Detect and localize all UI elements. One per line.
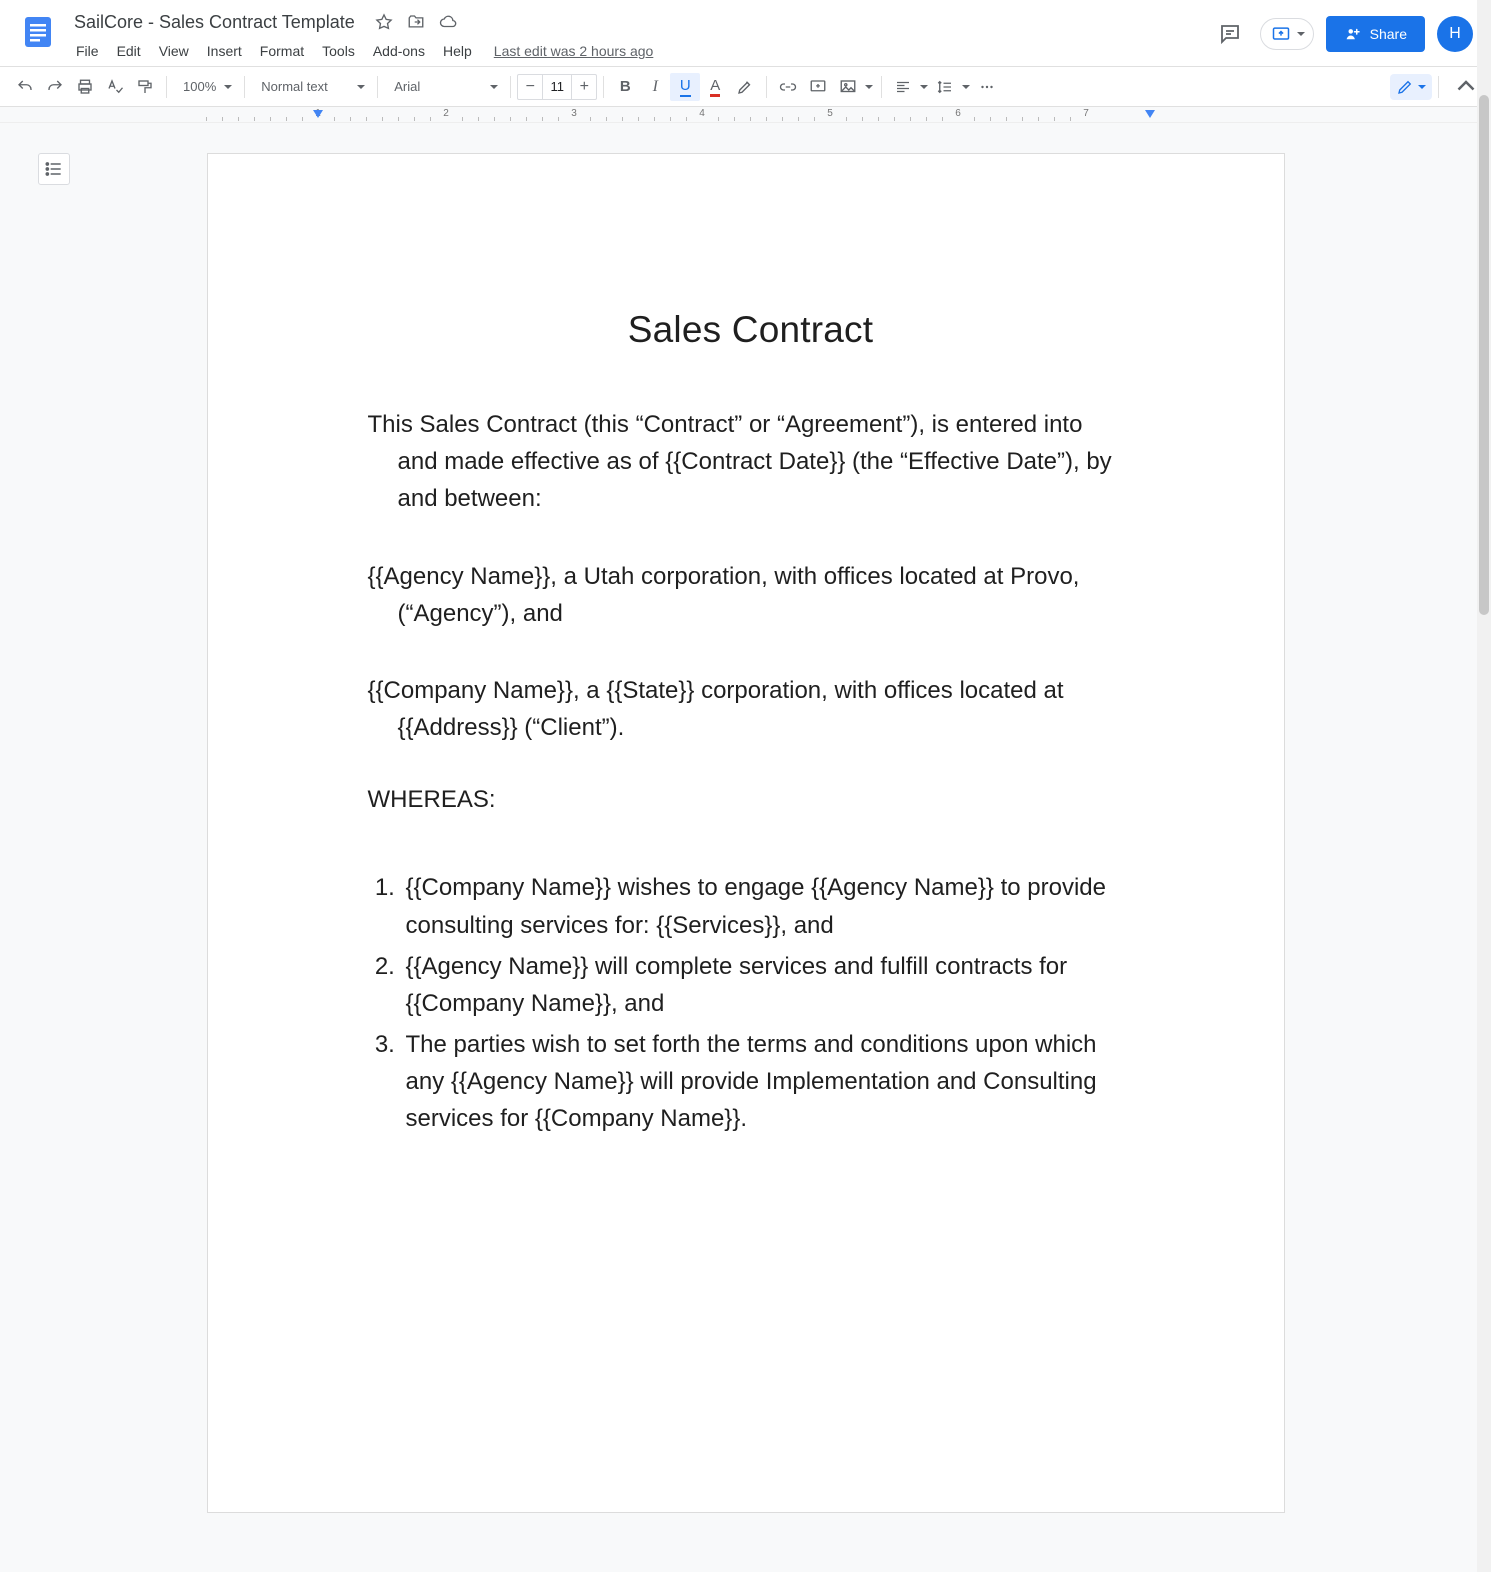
insert-image-button[interactable] — [833, 73, 875, 101]
scrollbar-thumb[interactable] — [1479, 95, 1489, 615]
menu-view[interactable]: View — [151, 39, 197, 63]
menu-insert[interactable]: Insert — [199, 39, 250, 63]
editing-mode-button[interactable] — [1390, 74, 1432, 100]
ruler-number: 6 — [955, 108, 961, 119]
menu-file[interactable]: File — [68, 39, 107, 63]
share-label: Share — [1370, 26, 1407, 42]
more-tools-button[interactable] — [972, 73, 1002, 101]
app-header: SailCore - Sales Contract Template FileE… — [0, 0, 1491, 67]
chevron-down-icon — [962, 85, 970, 89]
menu-edit[interactable]: Edit — [109, 39, 149, 63]
italic-button[interactable]: I — [640, 73, 670, 101]
last-edit-link[interactable]: Last edit was 2 hours ago — [494, 43, 654, 59]
share-button[interactable]: Share — [1326, 16, 1425, 52]
highlight-button[interactable] — [730, 73, 760, 101]
ruler-number: 7 — [1083, 108, 1089, 119]
document-page[interactable]: Sales Contract This Sales Contract (this… — [207, 153, 1285, 1513]
present-button[interactable] — [1260, 18, 1314, 50]
clause-item: The parties wish to set forth the terms … — [402, 1026, 1134, 1138]
chevron-down-icon — [920, 85, 928, 89]
underline-button[interactable]: U — [670, 73, 700, 101]
font-select[interactable]: Arial — [384, 73, 504, 101]
spellcheck-button[interactable] — [100, 73, 130, 101]
comments-history-icon[interactable] — [1212, 16, 1248, 52]
menu-tools[interactable]: Tools — [314, 39, 363, 63]
paint-format-button[interactable] — [130, 73, 160, 101]
insert-link-button[interactable] — [773, 73, 803, 101]
ruler[interactable]: 1234567 — [0, 107, 1491, 123]
menu-add-ons[interactable]: Add-ons — [365, 39, 433, 63]
chevron-down-icon — [357, 85, 365, 89]
undo-button[interactable] — [10, 73, 40, 101]
doc-heading: Sales Contract — [368, 309, 1134, 351]
zoom-select[interactable]: 100% — [173, 73, 238, 101]
print-button[interactable] — [70, 73, 100, 101]
toolbar: 100% Normal text Arial − 11 + B I U A — [0, 67, 1491, 107]
paragraph-whereas: WHEREAS: — [368, 786, 1134, 814]
move-icon[interactable] — [407, 13, 425, 31]
ruler-number: 3 — [571, 108, 577, 119]
workspace: Sales Contract This Sales Contract (this… — [0, 123, 1491, 1553]
paragraph-company: {{Company Name}}, a {{State}} corporatio… — [368, 672, 1134, 746]
account-avatar[interactable]: H — [1437, 16, 1473, 52]
clause-item: {{Company Name}} wishes to engage {{Agen… — [402, 869, 1134, 943]
text: {{Company Name}}, a {{State}} corporatio… — [368, 677, 1064, 704]
scrollbar-vertical[interactable] — [1477, 0, 1491, 1572]
ruler-number: 2 — [443, 108, 449, 119]
paragraph-intro: This Sales Contract (this “Contract” or … — [368, 406, 1134, 518]
text: {{Address}} (“Client”). — [368, 709, 1134, 746]
bold-button[interactable]: B — [610, 73, 640, 101]
outline-toggle-button[interactable] — [38, 153, 70, 185]
clause-list: {{Company Name}} wishes to engage {{Agen… — [368, 869, 1134, 1137]
paragraph-style-select[interactable]: Normal text — [251, 73, 371, 101]
zoom-value: 100% — [183, 79, 216, 94]
menu-help[interactable]: Help — [435, 39, 480, 63]
indent-marker-left[interactable] — [313, 110, 323, 118]
indent-marker-right[interactable] — [1145, 110, 1155, 118]
chevron-down-icon — [865, 85, 873, 89]
style-value: Normal text — [261, 79, 327, 94]
font-size-value[interactable]: 11 — [542, 75, 572, 99]
font-size-decrease[interactable]: − — [518, 78, 542, 96]
text: {{Agency Name}}, a Utah corporation, wit… — [368, 563, 1080, 590]
chevron-down-icon — [490, 85, 498, 89]
ruler-number: 4 — [699, 108, 705, 119]
chevron-down-icon — [1418, 85, 1426, 89]
text: This Sales Contract (this “Contract” or … — [368, 411, 1083, 438]
chevron-down-icon — [224, 85, 232, 89]
font-value: Arial — [394, 79, 420, 94]
cloud-status-icon[interactable] — [439, 13, 457, 31]
ruler-number: 5 — [827, 108, 833, 119]
docs-logo[interactable] — [18, 12, 58, 52]
line-spacing-button[interactable] — [930, 73, 972, 101]
chevron-down-icon — [1297, 32, 1305, 36]
menu-bar: FileEditViewInsertFormatToolsAdd-onsHelp… — [68, 36, 1212, 66]
font-size-increase[interactable]: + — [572, 78, 596, 96]
text-color-button[interactable]: A — [700, 73, 730, 101]
menu-format[interactable]: Format — [252, 39, 312, 63]
font-size-control: − 11 + — [517, 74, 597, 100]
redo-button[interactable] — [40, 73, 70, 101]
clause-item: {{Agency Name}} will complete services a… — [402, 948, 1134, 1022]
document-title[interactable]: SailCore - Sales Contract Template — [68, 10, 361, 35]
star-icon[interactable] — [375, 13, 393, 31]
text: (“Agency”), and — [368, 595, 1134, 632]
align-button[interactable] — [888, 73, 930, 101]
paragraph-agency: {{Agency Name}}, a Utah corporation, wit… — [368, 558, 1134, 632]
text: and made effective as of {{Contract Date… — [368, 443, 1134, 517]
add-comment-button[interactable] — [803, 73, 833, 101]
